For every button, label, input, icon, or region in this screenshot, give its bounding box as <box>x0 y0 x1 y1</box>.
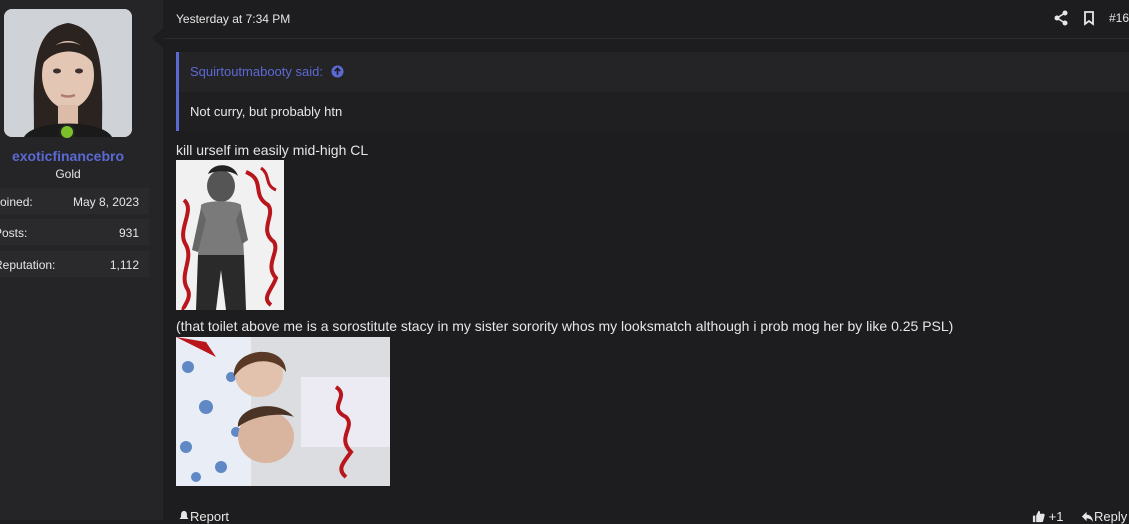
stat-reputation: Reputation: 1,112 <box>0 251 149 277</box>
quote-header[interactable]: Squirtoutmabooty said: <box>190 64 344 79</box>
avatar-image <box>4 9 132 137</box>
stat-value: 1,112 <box>109 258 139 272</box>
user-title: Gold <box>55 167 81 181</box>
attached-image-1[interactable] <box>176 160 284 310</box>
user-sidebar: exoticfinancebro Gold Joined: May 8, 202… <box>0 0 163 520</box>
stat-posts: Posts: 931 <box>0 219 149 245</box>
username-link[interactable]: exoticfinancebro <box>0 148 136 164</box>
reply-label: Reply <box>1094 509 1128 524</box>
report-link[interactable]: Report <box>178 509 229 524</box>
stat-label: Joined: <box>0 195 33 209</box>
stat-joined: Joined: May 8, 2023 <box>0 188 149 214</box>
reply-icon <box>1081 511 1094 523</box>
quote-body: Not curry, but probably htn <box>179 92 1129 131</box>
quote-author[interactable]: Squirtoutmabooty said: <box>190 64 323 79</box>
thumbs-up-icon <box>1032 510 1045 523</box>
avatar[interactable] <box>4 9 132 137</box>
post-date-link[interactable]: Yesterday at 7:34 PM <box>176 12 290 26</box>
quote-block: Squirtoutmabooty said: Not curry, but pr… <box>176 52 1129 131</box>
reaction-count[interactable]: +1 <box>1032 509 1063 524</box>
quote-text: Not curry, but probably htn <box>190 104 343 119</box>
bell-icon <box>179 511 189 519</box>
stat-value: 931 <box>118 226 139 240</box>
share-icon[interactable] <box>1053 10 1069 26</box>
stat-label: Posts: <box>0 226 28 240</box>
stat-label: Reputation: <box>0 258 56 272</box>
arrow-up-circle-icon[interactable] <box>331 65 344 78</box>
attached-image-2[interactable] <box>176 337 390 486</box>
stat-value: May 8, 2023 <box>72 195 139 209</box>
sidebar-pointer <box>152 28 163 48</box>
post-text-line-2: (that toilet above me is a sorostitute s… <box>176 318 954 334</box>
online-status-dot <box>59 124 75 140</box>
report-label: Report <box>190 509 230 524</box>
reply-button[interactable]: Reply <box>1081 509 1127 524</box>
reaction-count-label: +1 <box>1048 509 1064 524</box>
post-text-line-1: kill urself im easily mid-high CL <box>176 142 369 158</box>
bookmark-icon[interactable] <box>1081 10 1097 26</box>
post-number-link[interactable]: #16 <box>1109 11 1129 25</box>
post-header-divider <box>164 38 1129 39</box>
